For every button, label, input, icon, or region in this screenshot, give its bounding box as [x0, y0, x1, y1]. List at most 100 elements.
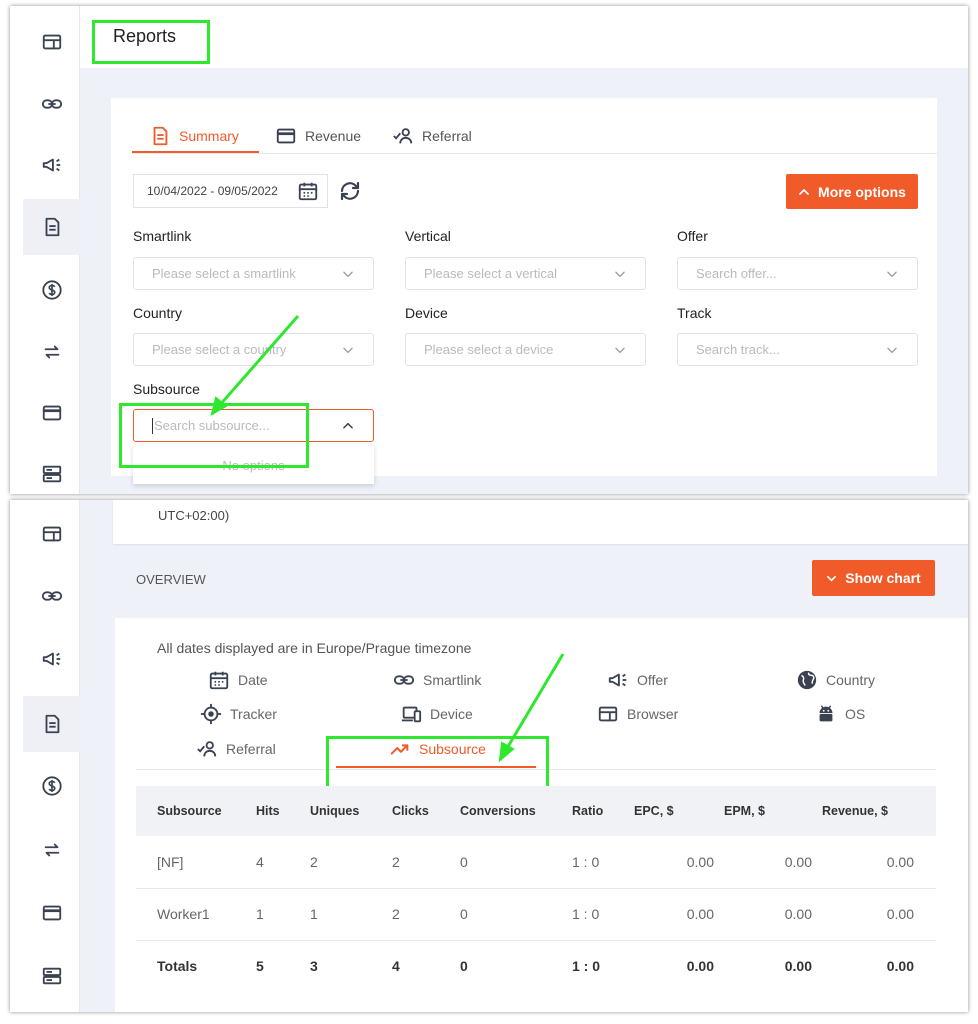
table-cell: 1 : 0	[572, 888, 634, 941]
sidebar-item-transfers[interactable]	[23, 822, 80, 878]
sidebar	[10, 6, 80, 494]
column-header[interactable]: Hits	[256, 786, 310, 836]
megaphone-icon	[41, 154, 63, 176]
device-placeholder: Please select a device	[424, 342, 554, 357]
groupby-date[interactable]: Date	[208, 669, 268, 691]
track-placeholder: Search track...	[696, 342, 780, 357]
chevron-down-icon	[827, 575, 837, 581]
column-header[interactable]: EPM, $	[724, 786, 822, 836]
chevron-up-icon	[799, 188, 809, 195]
refresh-icon[interactable]	[338, 179, 362, 203]
groupby-country[interactable]: Country	[796, 669, 875, 691]
table-cell: 0.00	[634, 836, 724, 889]
chevron-up-icon	[341, 419, 355, 433]
dashboard-icon	[41, 523, 63, 545]
dollar-icon	[41, 279, 63, 301]
sidebar-item-reports[interactable]	[23, 199, 80, 255]
device-label: Device	[405, 305, 448, 321]
date-range-picker[interactable]: 10/04/2022 - 09/05/2022	[133, 174, 328, 208]
dashboard-icon	[41, 31, 63, 53]
more-options-label: More options	[818, 183, 906, 200]
more-options-button[interactable]: More options	[786, 174, 918, 209]
sidebar-item-dashboard[interactable]	[23, 14, 80, 70]
groupby-label: Smartlink	[423, 672, 482, 688]
column-header[interactable]: Revenue, $	[822, 786, 936, 836]
highlight-box	[326, 736, 549, 789]
tab-revenue[interactable]: Revenue	[275, 125, 361, 147]
sidebar	[10, 500, 80, 1012]
sidebar-item-billing[interactable]	[23, 885, 80, 941]
sidebar-item-smartlinks[interactable]	[23, 76, 80, 132]
sidebar-item-servers[interactable]	[23, 948, 80, 1004]
highlight-box	[119, 403, 309, 468]
sidebar-item-dashboard[interactable]	[23, 506, 80, 562]
reports-filters-panel: Reports Summary Revenue Referral 10/04/2…	[10, 6, 968, 494]
groupby-os[interactable]: OS	[815, 703, 865, 725]
calendar-icon	[297, 180, 319, 202]
groupby-referral[interactable]: Referral	[196, 738, 276, 760]
groupby-offer[interactable]: Offer	[607, 669, 668, 691]
table-cell: 1 : 0	[572, 836, 634, 889]
groupby-label: OS	[845, 706, 866, 722]
offer-select[interactable]: Search offer...	[677, 257, 918, 290]
table-cell: 0	[460, 836, 572, 889]
column-header[interactable]: Subsource	[136, 786, 256, 836]
groupby-device[interactable]: Device	[400, 703, 473, 725]
sidebar-item-servers[interactable]	[23, 446, 80, 494]
timezone-fragment: UTC+02:00)	[158, 508, 230, 523]
document-icon	[41, 713, 63, 735]
sidebar-item-offers[interactable]	[23, 631, 80, 687]
table-cell: 0.00	[886, 958, 914, 975]
column-header[interactable]: EPC, $	[634, 786, 724, 836]
sidebar-item-offers[interactable]	[23, 137, 80, 193]
table-cell: 2	[310, 836, 392, 889]
country-placeholder: Please select a country	[152, 342, 287, 357]
table-cell: 4	[256, 836, 310, 889]
vertical-label: Vertical	[405, 228, 451, 244]
groupby-browser[interactable]: Browser	[597, 703, 678, 725]
timezone-note: All dates displayed are in Europe/Prague…	[157, 640, 472, 656]
table-header-row: Subsource Hits Uniques Clicks Conversion…	[136, 786, 936, 836]
page-header: Reports	[80, 6, 968, 68]
sidebar-item-billing[interactable]	[23, 385, 80, 441]
groupby-label: Offer	[637, 672, 668, 688]
show-chart-button[interactable]: Show chart	[812, 560, 935, 596]
sidebar-item-payments[interactable]	[23, 758, 80, 814]
groupby-tracker[interactable]: Tracker	[200, 703, 277, 725]
table-cell: 0.00	[686, 958, 714, 975]
column-header[interactable]: Ratio	[572, 786, 634, 836]
offer-placeholder: Search offer...	[696, 266, 777, 281]
document-icon	[149, 125, 171, 147]
table-cell: 4	[392, 958, 400, 975]
device-select[interactable]: Please select a device	[405, 333, 646, 366]
column-header[interactable]: Uniques	[310, 786, 392, 836]
column-header[interactable]: Conversions	[460, 786, 572, 836]
table-cell: Totals	[157, 958, 198, 975]
chevron-down-icon	[341, 267, 355, 281]
track-label: Track	[677, 305, 712, 321]
sidebar-item-reports[interactable]	[23, 696, 80, 752]
chevron-down-icon	[613, 267, 627, 281]
table-totals-row: Totals 5 3 4 0 1 : 0 0.00 0.00 0.00	[136, 940, 936, 992]
tab-label: Revenue	[305, 128, 362, 144]
smartlink-select[interactable]: Please select a smartlink	[133, 257, 374, 290]
tab-label: Summary	[179, 128, 239, 144]
vertical-select[interactable]: Please select a vertical	[405, 257, 646, 290]
megaphone-icon	[607, 669, 629, 691]
globe-icon	[796, 669, 818, 691]
tab-referral[interactable]: Referral	[392, 125, 472, 147]
groupby-smartlink[interactable]: Smartlink	[393, 669, 481, 691]
table-cell: 0.00	[784, 958, 812, 975]
server-icon	[41, 463, 63, 485]
sidebar-item-smartlinks[interactable]	[23, 568, 80, 624]
groupby-label: Browser	[627, 706, 679, 722]
column-header[interactable]: Clicks	[392, 786, 460, 836]
track-select[interactable]: Search track...	[677, 333, 918, 366]
tab-summary[interactable]: Summary	[149, 125, 239, 147]
sidebar-item-payments[interactable]	[23, 262, 80, 318]
table-cell: 5	[256, 958, 264, 975]
table-cell: 0.00	[822, 836, 936, 889]
country-select[interactable]: Please select a country	[133, 333, 374, 366]
sidebar-item-transfers[interactable]	[23, 324, 80, 380]
date-range-value: 10/04/2022 - 09/05/2022	[147, 184, 278, 198]
